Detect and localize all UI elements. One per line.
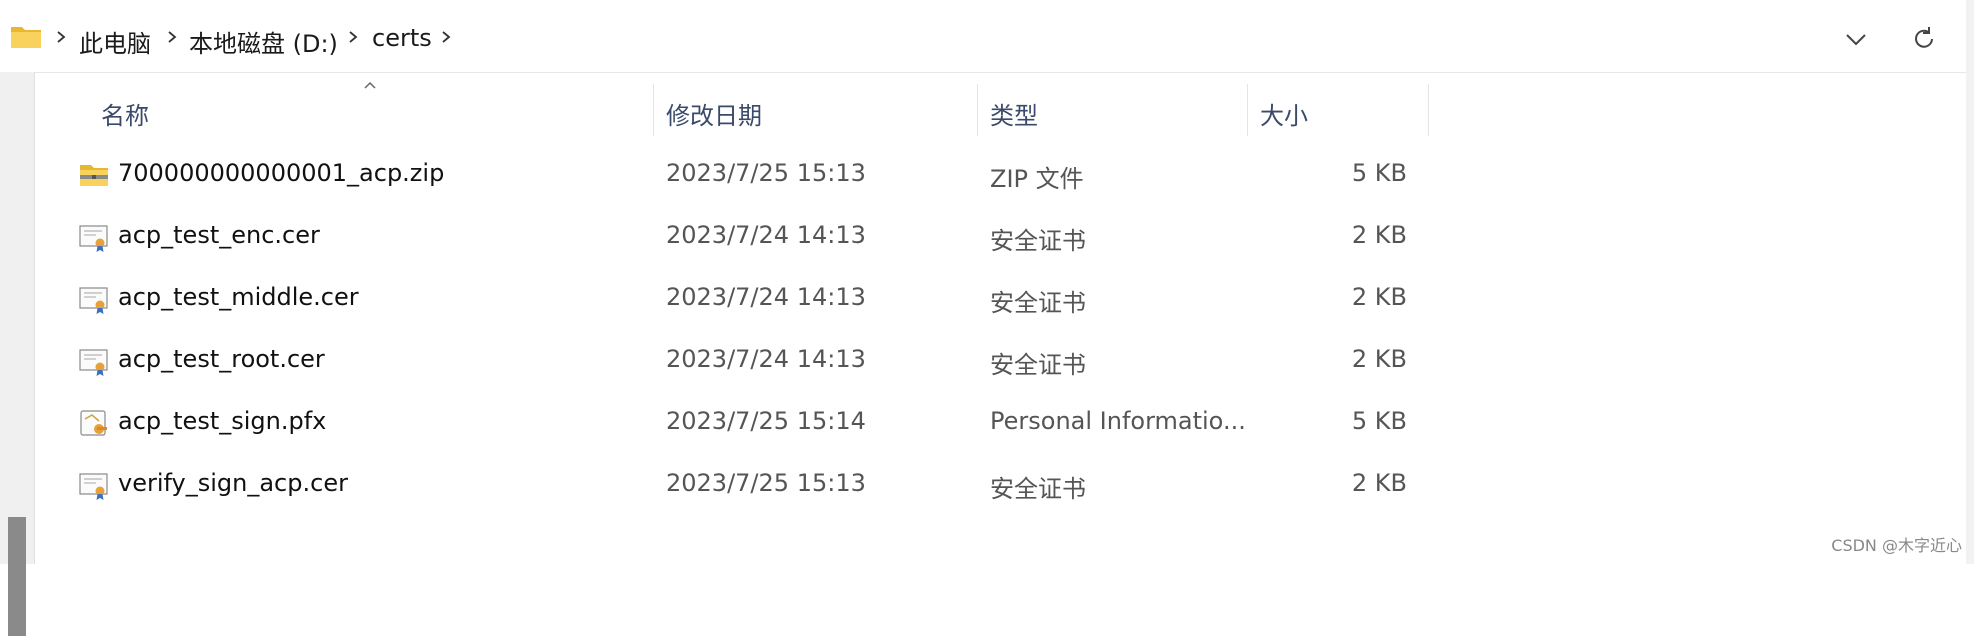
file-type: 安全证书 [990,227,1086,255]
file-type: Personal Informatio... [990,407,1246,435]
file-size: 2 KB [1351,221,1407,249]
file-modified: 2023/7/25 15:13 [666,159,866,187]
file-size: 5 KB [1351,159,1407,187]
column-divider[interactable] [977,84,978,136]
scrollbar-thumb[interactable] [8,517,26,636]
file-row[interactable]: acp_test_middle.cer 2023/7/24 14:13 安全证书… [36,268,1429,330]
file-row[interactable]: acp_test_enc.cer 2023/7/24 14:13 安全证书 2 … [36,206,1429,268]
navigation-pane-scrollbar[interactable] [0,72,35,636]
file-row[interactable]: verify_sign_acp.cer 2023/7/25 15:13 安全证书… [36,454,1429,516]
personal-info-exchange-icon [80,410,107,436]
address-bar: 此电脑 本地磁盘 (D:) certs [0,0,1966,73]
file-type: 安全证书 [990,289,1086,317]
column-divider[interactable] [1247,84,1248,136]
file-type: 安全证书 [990,351,1086,379]
file-row[interactable]: 700000000000001_acp.zip 2023/7/25 15:13 … [36,144,1429,206]
breadcrumb: 此电脑 本地磁盘 (D:) certs [0,4,1966,70]
column-header-modified[interactable]: 修改日期 [666,96,762,131]
column-header-size[interactable]: 大小 [1260,96,1308,131]
sort-ascending-icon [364,81,376,89]
file-modified: 2023/7/25 15:14 [666,407,866,435]
window-scrollbar[interactable] [1966,0,1974,564]
chevron-right-icon[interactable] [54,30,68,44]
chevron-right-icon[interactable] [346,30,360,44]
file-modified: 2023/7/25 15:13 [666,469,866,497]
certificate-icon [79,287,108,314]
refresh-icon[interactable] [1907,22,1941,56]
file-name: verify_sign_acp.cer [118,469,348,497]
file-size: 5 KB [1351,407,1407,435]
file-type: ZIP 文件 [990,165,1084,193]
file-row[interactable]: acp_test_root.cer 2023/7/24 14:13 安全证书 2… [36,330,1429,392]
file-modified: 2023/7/24 14:13 [666,283,866,311]
file-size: 2 KB [1351,469,1407,497]
file-name: acp_test_sign.pfx [118,407,327,435]
breadcrumb-local-disk[interactable]: 本地磁盘 (D:) [189,24,338,59]
breadcrumb-this-pc[interactable]: 此电脑 [79,24,151,59]
file-row[interactable]: acp_test_sign.pfx 2023/7/25 15:14 Person… [36,392,1429,454]
certificate-icon [79,349,108,376]
chevron-right-icon[interactable] [165,30,179,44]
file-modified: 2023/7/24 14:13 [666,345,866,373]
file-modified: 2023/7/24 14:13 [666,221,866,249]
chevron-right-icon[interactable] [439,30,453,44]
file-name: 700000000000001_acp.zip [118,159,445,187]
certificate-icon [79,225,108,252]
chevron-down-icon[interactable] [1839,22,1873,56]
watermark: CSDN @木字近心 [1831,536,1962,555]
column-header-name[interactable]: 名称 [101,96,149,131]
certificate-icon [79,473,108,500]
column-header-type[interactable]: 类型 [990,96,1038,131]
file-name: acp_test_middle.cer [118,283,359,311]
file-type: 安全证书 [990,475,1086,503]
column-divider[interactable] [1428,84,1429,136]
file-size: 2 KB [1351,283,1407,311]
breadcrumb-certs[interactable]: certs [372,24,432,52]
file-name: acp_test_root.cer [118,345,325,373]
folder-icon [11,27,41,48]
zip-folder-icon [80,165,108,186]
file-name: acp_test_enc.cer [118,221,320,249]
column-divider[interactable] [653,84,654,136]
file-size: 2 KB [1351,345,1407,373]
